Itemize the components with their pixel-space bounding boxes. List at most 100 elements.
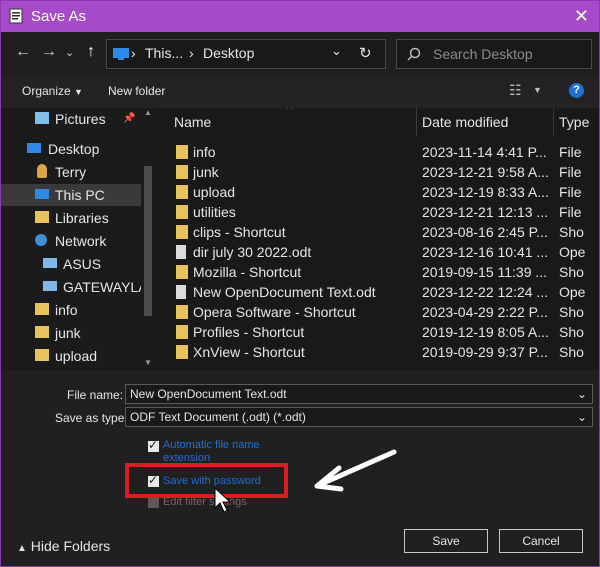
computer-icon <box>43 258 57 268</box>
auto-extension-checkbox[interactable] <box>148 438 159 452</box>
desktop-icon <box>27 143 41 153</box>
file-name: upload <box>193 184 236 200</box>
folder-icon <box>35 349 49 361</box>
breadcrumb-separator: › <box>131 45 136 61</box>
column-header-type[interactable]: Type <box>554 108 599 136</box>
file-name: utilities <box>193 204 236 220</box>
file-date: 2019-12-19 8:05 A... <box>422 324 549 340</box>
file-date: 2023-12-16 10:41 ... <box>422 244 549 260</box>
file-row[interactable]: XnView - Shortcut 2019-09-29 9:37 P... Sho <box>154 342 599 362</box>
file-row[interactable]: info 2023-11-14 4:41 P... File <box>154 142 599 162</box>
refresh-icon[interactable]: ↻ <box>359 44 372 62</box>
nav-item-asus[interactable]: ASUS <box>1 253 141 275</box>
save-button[interactable]: Save <box>404 529 488 553</box>
search-input[interactable]: Search Desktop <box>396 39 592 69</box>
dropdown-triangle-icon[interactable]: ▼ <box>533 85 542 95</box>
back-arrow-icon[interactable]: ← <box>15 43 31 61</box>
nav-item-network[interactable]: Network <box>1 230 141 252</box>
save-as-dialog: Save As ✕ ← → ⌄ ↑ › This... › Desktop ⌄ … <box>0 0 600 567</box>
user-icon <box>37 164 47 178</box>
nav-item-this-pc[interactable]: This PC <box>1 184 141 206</box>
forward-arrow-icon[interactable]: → <box>41 43 57 61</box>
nav-item-desktop[interactable]: Desktop <box>1 138 141 160</box>
scrollbar-thumb[interactable] <box>144 166 152 316</box>
folder-icon <box>176 205 188 219</box>
chevron-down-icon[interactable]: ⌄ <box>577 408 587 426</box>
nav-item-terry[interactable]: Terry <box>1 161 141 183</box>
auto-extension-label[interactable]: Automatic file name extension <box>163 439 260 465</box>
nav-item-label: junk <box>55 325 81 341</box>
column-header-date[interactable]: Date modified <box>417 108 554 136</box>
document-app-icon <box>9 8 23 24</box>
folder-icon <box>176 145 188 159</box>
file-name: clips - Shortcut <box>193 224 286 240</box>
shortcut-folder-icon <box>176 265 188 279</box>
cancel-button[interactable]: Cancel <box>499 529 583 553</box>
view-options-icon[interactable]: ☷ <box>509 82 522 99</box>
nav-item-pictures[interactable]: Pictures 📌 <box>1 108 154 130</box>
file-row[interactable]: Opera Software - Shortcut 2023-04-29 2:22… <box>154 302 599 322</box>
file-name: junk <box>193 164 219 180</box>
file-date: 2023-04-29 2:22 P... <box>422 304 548 320</box>
nav-item-gatewaylaptop[interactable]: GATEWAYLAPTOP <box>1 276 141 298</box>
dropdown-chevron-icon[interactable]: ⌄ <box>331 43 342 59</box>
file-row[interactable]: clips - Shortcut 2023-08-16 2:45 P... Sho <box>154 222 599 242</box>
up-arrow-icon[interactable]: ↑ <box>87 43 95 61</box>
dropdown-triangle-icon: ▼ <box>74 87 83 97</box>
file-row[interactable]: utilities 2023-12-21 12:13 ... File <box>154 202 599 222</box>
nav-scrollbar[interactable]: ▲ ▼ <box>141 108 154 370</box>
document-icon <box>176 245 186 259</box>
file-type: Ope <box>559 284 586 300</box>
shortcut-folder-icon <box>176 305 188 319</box>
navigation-pane: Pictures 📌 Desktop Terry This PC Librari… <box>1 108 154 370</box>
scroll-up-icon[interactable]: ▲ <box>144 108 152 117</box>
hide-folders-button[interactable]: ▲ Hide Folders <box>17 538 110 554</box>
new-folder-button[interactable]: New folder <box>108 84 165 98</box>
breadcrumb-this-pc[interactable]: This... <box>145 45 183 61</box>
shortcut-folder-icon <box>176 325 188 339</box>
file-date: 2019-09-15 11:39 ... <box>422 264 548 280</box>
file-name: dir july 30 2022.odt <box>193 244 312 260</box>
column-header-name[interactable]: Name <box>154 108 417 136</box>
nav-item-label: GATEWAYLAPTOP <box>63 279 141 295</box>
scroll-down-icon[interactable]: ▼ <box>144 358 152 367</box>
libraries-icon <box>35 211 49 223</box>
folder-icon <box>35 303 49 315</box>
computer-icon <box>43 281 57 291</box>
window-title: Save As <box>31 8 87 25</box>
file-date: 2023-11-14 4:41 P... <box>422 144 547 160</box>
organize-label: Organize <box>22 84 71 98</box>
file-name: Opera Software - Shortcut <box>193 304 356 320</box>
filename-value: New OpenDocument Text.odt <box>130 387 287 401</box>
savetype-select[interactable]: ODF Text Document (.odt) (*.odt) ⌄ <box>125 407 593 427</box>
recent-chevron-icon[interactable]: ⌄ <box>65 46 74 59</box>
breadcrumb-desktop[interactable]: Desktop <box>203 45 254 61</box>
file-row[interactable]: New OpenDocument Text.odt 2023-12-22 12:2… <box>154 282 599 302</box>
file-row[interactable]: upload 2023-12-19 8:33 A... File <box>154 182 599 202</box>
search-placeholder: Search Desktop <box>433 46 533 62</box>
file-type: File <box>559 144 582 160</box>
file-row[interactable]: Mozilla - Shortcut 2019-09-15 11:39 ... Sh… <box>154 262 599 282</box>
organize-button[interactable]: Organize ▼ <box>22 84 83 98</box>
savetype-label: Save as type: <box>55 411 128 425</box>
nav-item-label: This PC <box>55 187 105 203</box>
nav-item-label: Desktop <box>48 141 100 157</box>
mouse-cursor-icon <box>214 487 232 513</box>
help-icon[interactable]: ? <box>569 83 584 98</box>
address-bar[interactable]: › This... › Desktop ⌄ ↻ <box>106 39 386 69</box>
close-icon[interactable]: ✕ <box>574 6 589 27</box>
nav-item-label: upload <box>55 348 98 364</box>
nav-item-libraries[interactable]: Libraries <box>1 207 141 229</box>
nav-item-info[interactable]: info <box>1 299 141 321</box>
file-row[interactable]: junk 2023-12-21 9:58 A... File <box>154 162 599 182</box>
filename-input[interactable]: New OpenDocument Text.odt ⌄ <box>125 384 593 404</box>
file-row[interactable]: Profiles - Shortcut 2019-12-19 8:05 A... S… <box>154 322 599 342</box>
file-name: Profiles - Shortcut <box>193 324 305 340</box>
chevron-down-icon[interactable]: ⌄ <box>577 385 587 403</box>
nav-item-label: Pictures <box>55 111 106 127</box>
nav-item-upload[interactable]: upload <box>1 345 141 367</box>
file-name: info <box>193 144 216 160</box>
shortcut-folder-icon <box>176 345 188 359</box>
file-row[interactable]: dir july 30 2022.odt 2023-12-16 10:41 ...… <box>154 242 599 262</box>
nav-item-junk[interactable]: junk <box>1 322 141 344</box>
